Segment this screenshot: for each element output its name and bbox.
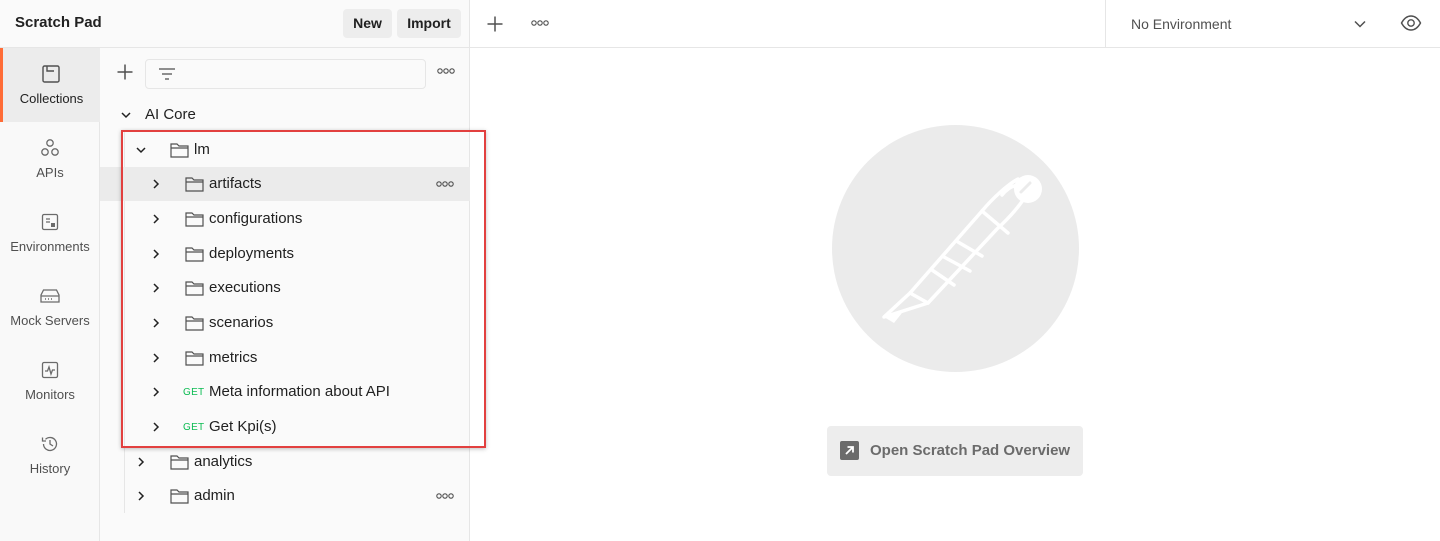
tree-row-request[interactable]: GET Get Kpi(s) xyxy=(100,410,470,444)
folder-icon xyxy=(170,143,189,158)
sidebar-item-history[interactable]: History xyxy=(0,418,100,492)
new-button[interactable]: New xyxy=(343,9,392,38)
sidebar-item-label: Collections xyxy=(19,91,84,106)
folder-icon xyxy=(185,351,204,366)
workspace-header: Scratch Pad New Import xyxy=(0,0,470,48)
more-options-icon[interactable] xyxy=(435,491,455,501)
open-external-icon xyxy=(840,441,859,460)
folder-name: admin xyxy=(194,487,235,504)
eye-icon[interactable] xyxy=(1400,14,1422,32)
monitors-icon xyxy=(41,361,59,379)
more-options-icon[interactable] xyxy=(530,18,550,28)
sidebar-nav: Collections APIs Environments Mock Serve… xyxy=(0,48,100,541)
folder-name: scenarios xyxy=(209,314,274,331)
tree-row-folder[interactable]: deployments xyxy=(100,237,470,271)
method-badge: GET xyxy=(183,387,205,398)
folder-icon xyxy=(185,177,204,192)
environments-icon xyxy=(41,213,59,231)
chevron-right-icon xyxy=(153,179,160,189)
tree-row-folder[interactable]: admin xyxy=(100,479,470,513)
chevron-right-icon xyxy=(138,491,145,501)
tree-row-folder[interactable]: metrics xyxy=(100,341,470,375)
folder-icon xyxy=(185,247,204,262)
collection-name: AI Core xyxy=(145,106,196,123)
filter-icon xyxy=(159,68,175,80)
add-collection-icon[interactable] xyxy=(116,63,134,81)
sidebar-item-label: History xyxy=(29,461,71,476)
folder-name: artifacts xyxy=(209,175,262,192)
environment-select[interactable]: No Environment xyxy=(1106,0,1374,48)
new-tab-icon[interactable] xyxy=(486,15,504,33)
request-name: Meta information about API xyxy=(209,383,390,400)
apis-icon xyxy=(41,139,59,156)
sidebar-item-environments[interactable]: Environments xyxy=(0,196,100,270)
chevron-right-icon xyxy=(138,457,145,467)
folder-icon xyxy=(185,212,204,227)
tree-row-folder[interactable]: scenarios xyxy=(100,306,470,340)
folder-icon xyxy=(170,489,189,504)
chevron-right-icon xyxy=(153,249,160,259)
folder-name: analytics xyxy=(194,453,253,470)
chevron-down-icon xyxy=(1354,20,1366,28)
filter-input[interactable] xyxy=(145,59,426,89)
sidebar-item-label: Monitors xyxy=(25,387,75,402)
sidebar-item-monitors[interactable]: Monitors xyxy=(0,344,100,418)
import-button[interactable]: Import xyxy=(397,9,461,38)
folder-icon xyxy=(170,455,189,470)
folder-icon xyxy=(185,281,204,296)
tree-row-folder[interactable]: configurations xyxy=(100,202,470,236)
chevron-right-icon xyxy=(153,422,160,432)
tree-row-folder[interactable]: artifacts xyxy=(100,167,470,201)
folder-name: executions xyxy=(209,279,281,296)
tree-row-folder[interactable]: lm xyxy=(100,133,470,167)
tree-row-root[interactable]: AI Core xyxy=(100,98,470,132)
environment-value: No Environment xyxy=(1131,16,1232,32)
tree-row-folder[interactable]: executions xyxy=(100,271,470,305)
folder-icon xyxy=(185,316,204,331)
chevron-right-icon xyxy=(153,214,160,224)
chevron-right-icon xyxy=(153,387,160,397)
folder-name: metrics xyxy=(209,349,258,366)
history-icon xyxy=(41,436,58,452)
tree-row-request[interactable]: GET Meta information about API xyxy=(100,375,470,409)
app-window: Scratch Pad New Import Collections APIs xyxy=(0,0,1440,541)
chevron-right-icon xyxy=(153,283,160,293)
mock-servers-icon xyxy=(40,289,60,303)
request-name: Get Kpi(s) xyxy=(209,418,277,435)
sidebar-item-mock-servers[interactable]: Mock Servers xyxy=(0,270,100,344)
more-options-icon[interactable] xyxy=(435,179,455,189)
sidebar-item-label: Mock Servers xyxy=(10,313,90,328)
open-overview-button[interactable]: Open Scratch Pad Overview xyxy=(827,426,1083,476)
more-options-icon[interactable] xyxy=(436,65,456,77)
sidebar-item-label: APIs xyxy=(36,165,64,180)
workspace-title[interactable]: Scratch Pad xyxy=(15,14,102,31)
postman-logo-icon xyxy=(832,125,1079,372)
folder-name: deployments xyxy=(209,245,295,262)
method-badge: GET xyxy=(183,422,205,433)
chevron-down-icon xyxy=(121,112,131,119)
sidebar-item-apis[interactable]: APIs xyxy=(0,122,100,196)
sidebar-item-collections[interactable]: Collections xyxy=(0,48,100,122)
chevron-down-icon xyxy=(136,147,146,154)
folder-name: lm xyxy=(194,141,210,158)
tree-row-folder[interactable]: analytics xyxy=(100,445,470,479)
open-overview-label: Open Scratch Pad Overview xyxy=(870,442,1071,459)
chevron-right-icon xyxy=(153,353,160,363)
chevron-right-icon xyxy=(153,318,160,328)
collections-icon xyxy=(41,65,60,83)
tab-bar: No Environment xyxy=(470,0,1440,48)
sidebar-item-label: Environments xyxy=(10,239,90,254)
folder-name: configurations xyxy=(209,210,303,227)
